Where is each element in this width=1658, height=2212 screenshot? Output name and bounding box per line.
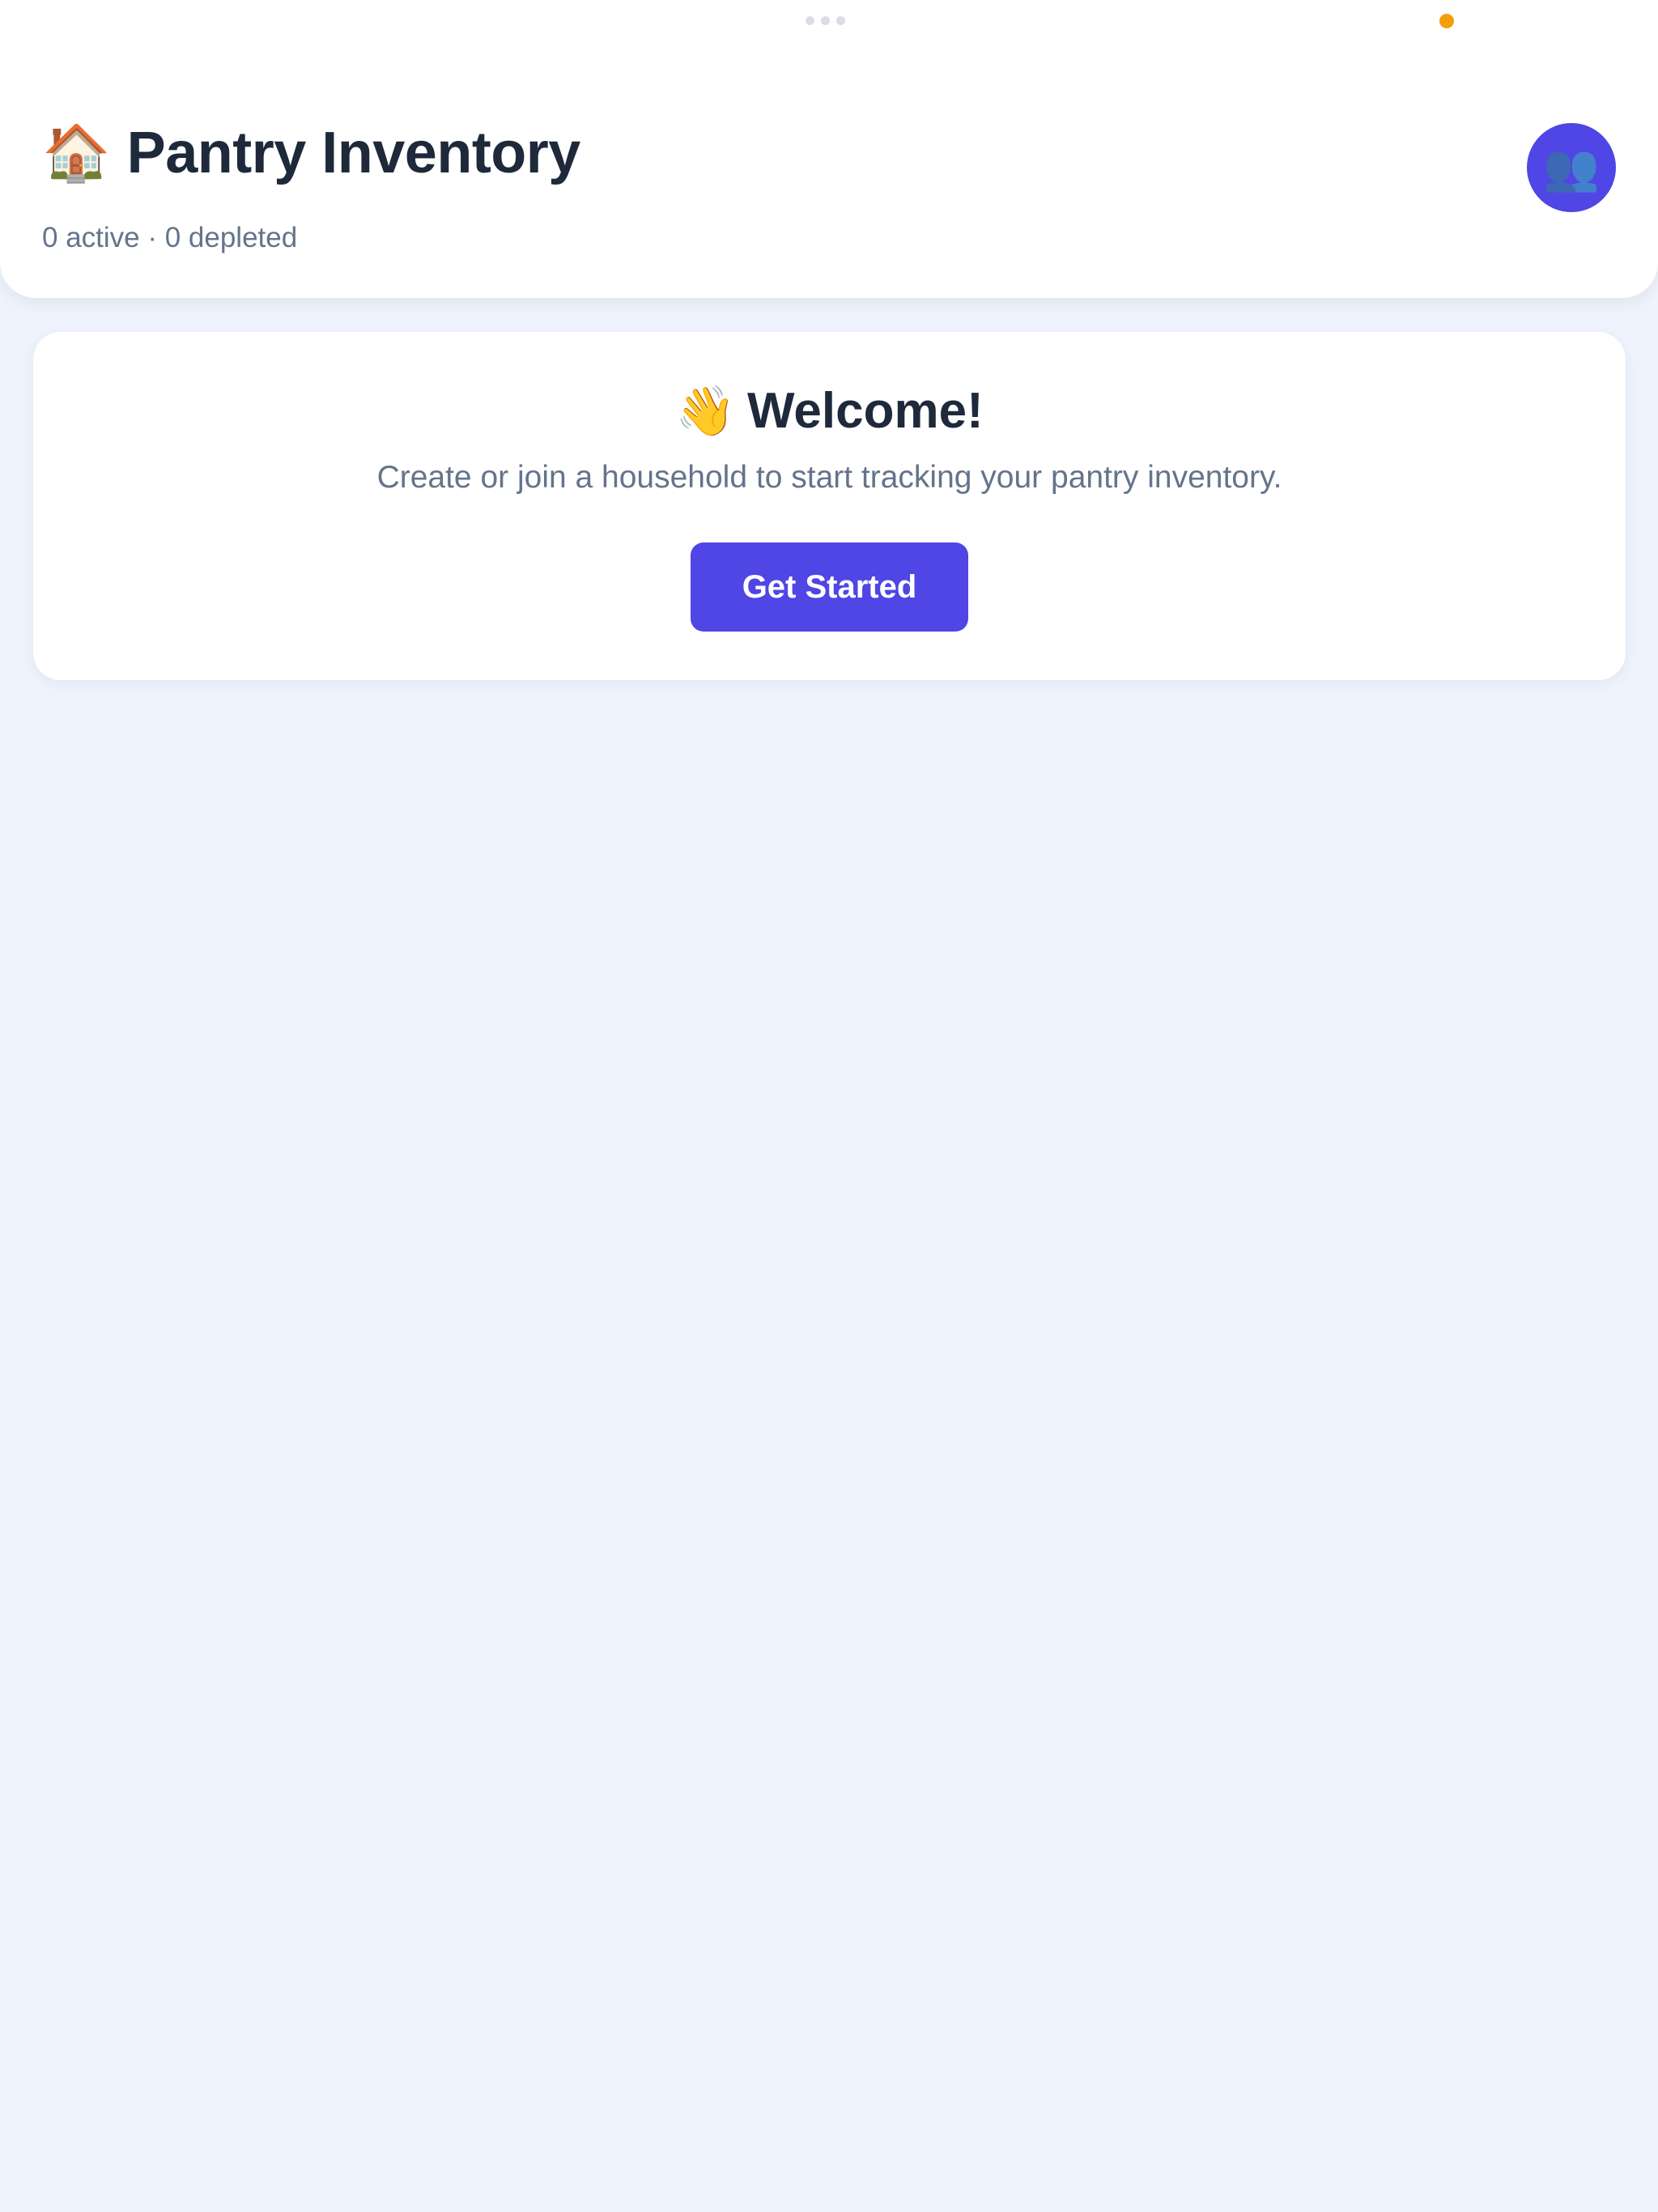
- inventory-summary: 0 active · 0 depleted: [42, 222, 298, 253]
- multitasking-handle[interactable]: [806, 16, 845, 25]
- waving-hand-icon: 👋: [675, 383, 736, 438]
- status-bar: [0, 0, 1658, 49]
- house-icon: 🏠: [42, 122, 111, 184]
- page-title: 🏠 Pantry Inventory: [42, 120, 580, 186]
- welcome-heading-text: Welcome!: [747, 383, 984, 439]
- welcome-heading: 👋 Welcome!: [33, 382, 1626, 440]
- welcome-card: 👋 Welcome! Create or join a household to…: [33, 332, 1626, 680]
- welcome-description: Create or join a household to start trac…: [376, 460, 1282, 495]
- privacy-indicator-dot: [1439, 14, 1454, 28]
- dot-icon: [806, 16, 814, 25]
- get-started-button[interactable]: Get Started: [691, 542, 968, 632]
- dot-icon: [821, 16, 830, 25]
- household-members-button[interactable]: 👥: [1527, 123, 1616, 212]
- page-title-text: Pantry Inventory: [126, 121, 581, 185]
- people-icon: 👥: [1543, 142, 1600, 193]
- dot-icon: [836, 16, 845, 25]
